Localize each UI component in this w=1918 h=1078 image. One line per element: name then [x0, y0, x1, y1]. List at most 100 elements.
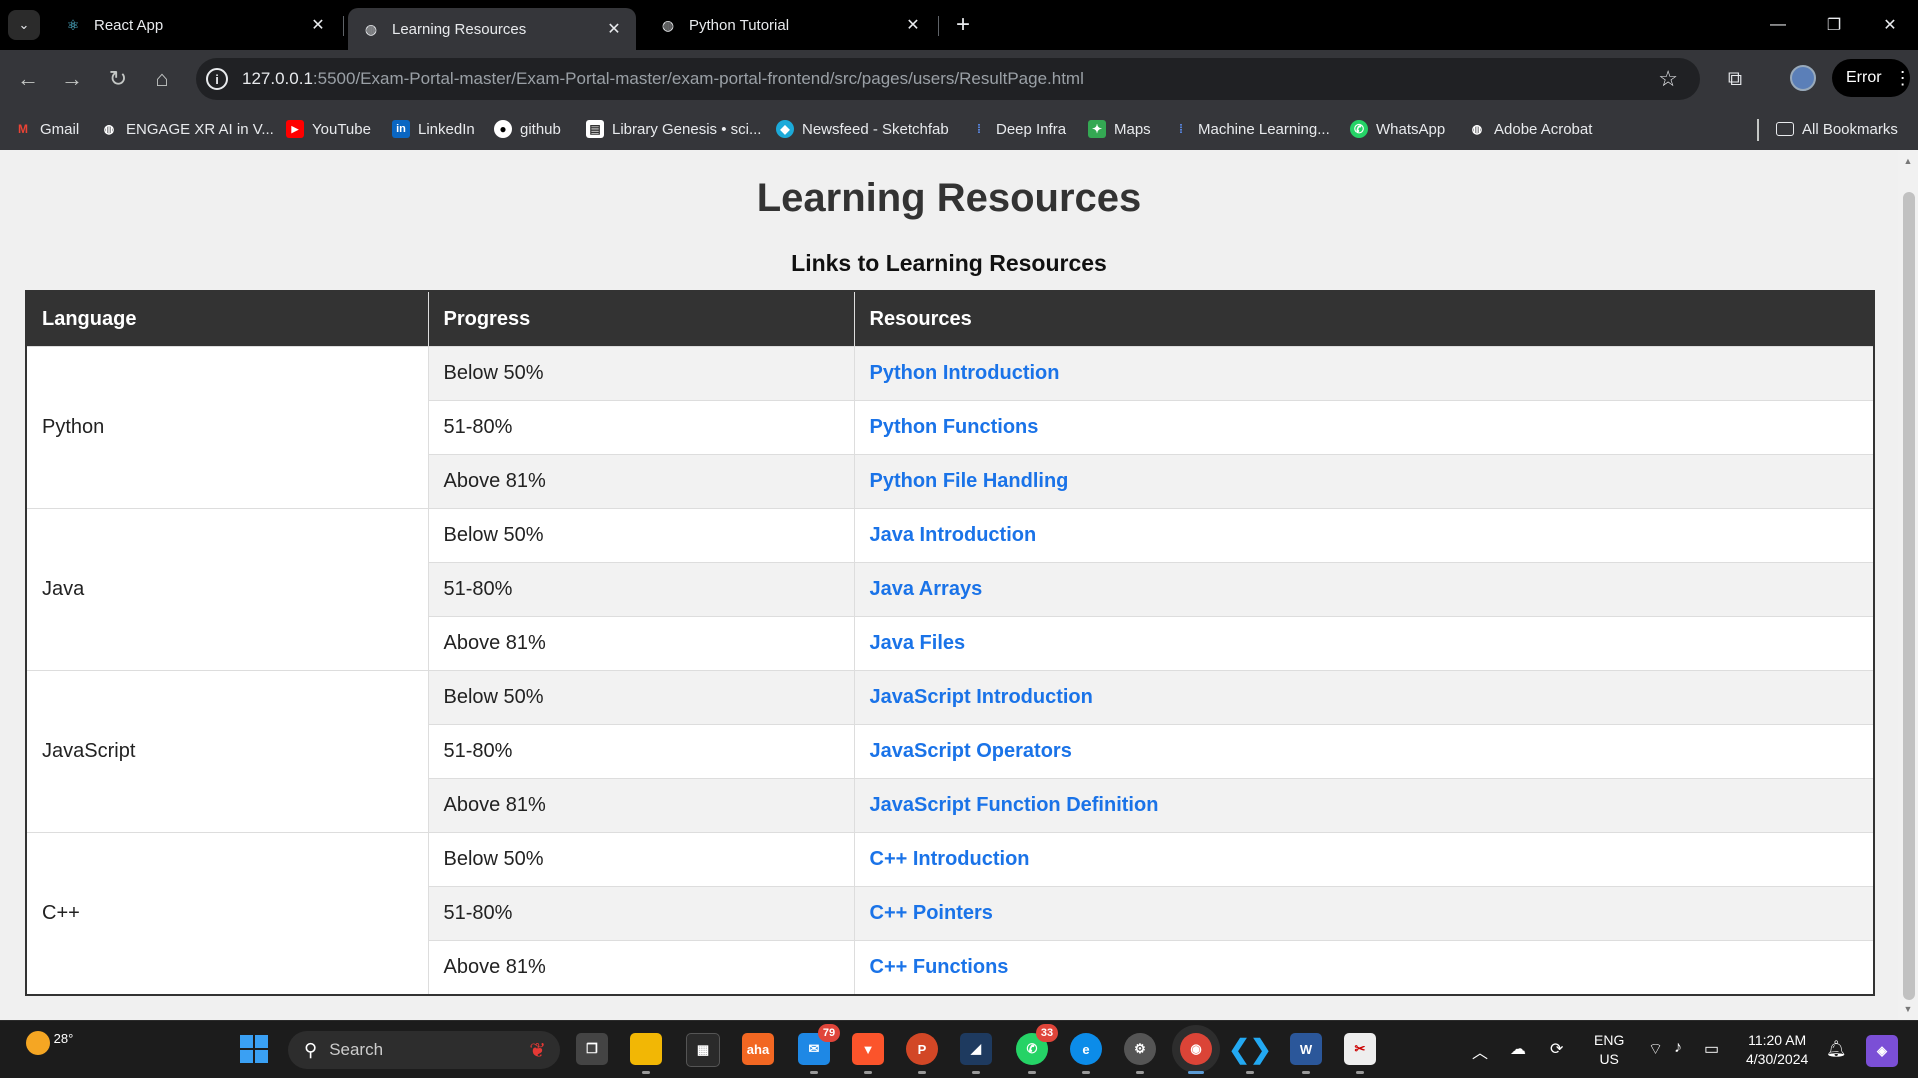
tab-python-tutorial[interactable]: ◍ Python Tutorial ✕ — [645, 7, 935, 43]
bookmark-sketchfab[interactable]: ◆ Newsfeed - Sketchfab — [776, 119, 949, 139]
microsoft-store-icon[interactable]: ▦ — [686, 1033, 720, 1067]
wifi-icon[interactable]: ⌔ — [1648, 1039, 1663, 1059]
aha-app-icon[interactable]: aha — [742, 1033, 774, 1065]
powerpoint-icon[interactable]: P — [906, 1033, 938, 1074]
close-window-button[interactable]: ✕ — [1870, 10, 1910, 40]
bookmarks-bar: M Gmail ◍ ENGAGE XR AI in V... ▶ YouTube in… — [0, 108, 1918, 150]
cloud-icon[interactable]: ☁ — [1510, 1039, 1526, 1059]
vscode-icon[interactable]: ❮❯ — [1228, 1033, 1272, 1074]
profile-error-button[interactable]: Error ⋮ — [1832, 59, 1912, 97]
bookmark-star-icon[interactable]: ☆ — [1658, 66, 1678, 92]
site-info-icon[interactable]: i — [206, 68, 228, 90]
bookmark-deep-infra[interactable]: ⁞ Deep Infra — [970, 119, 1066, 139]
resource-link[interactable]: C++ Functions — [870, 956, 1009, 978]
snipping-tool-icon[interactable]: ✂ — [1344, 1033, 1376, 1074]
edge-browser-icon[interactable]: e — [1070, 1033, 1102, 1074]
language-cell: Python — [25, 346, 429, 509]
tab-react-app[interactable]: ⚛ React App ✕ — [50, 7, 340, 43]
back-button[interactable]: ← — [12, 63, 44, 95]
resource-link[interactable]: Java Introduction — [870, 524, 1037, 546]
tab-title: React App — [94, 16, 164, 34]
battery-icon[interactable]: ▭ — [1704, 1039, 1719, 1059]
bookmark-youtube[interactable]: ▶ YouTube — [286, 119, 371, 139]
sketchfab-icon: ◆ — [776, 120, 794, 138]
close-icon[interactable]: ✕ — [903, 15, 923, 35]
scroll-up-icon[interactable]: ▲ — [1903, 156, 1913, 166]
scroll-down-icon[interactable]: ▼ — [1903, 1004, 1913, 1014]
notification-bell-icon[interactable]: 🔔︎ — [1826, 1039, 1846, 1059]
sync-icon[interactable]: ⟳ — [1550, 1039, 1563, 1059]
resource-cell: C++ Functions — [853, 940, 1875, 996]
url-text[interactable]: 127.0.0.1:5500/Exam-Portal-master/Exam-P… — [242, 69, 1084, 89]
bookmark-linkedin[interactable]: in LinkedIn — [392, 119, 475, 139]
browser-tab-strip: ⌄ ⚛ React App ✕ ◍ Learning Resources ✕ ◍… — [0, 0, 1918, 50]
word-icon[interactable]: W — [1290, 1033, 1322, 1074]
bookmark-engage-xr[interactable]: ◍ ENGAGE XR AI in V... — [100, 119, 274, 139]
profile-error-label: Error — [1846, 69, 1882, 86]
extensions-icon[interactable]: ⧉ — [1720, 64, 1750, 94]
bookmark-machine-learning[interactable]: ⁞ Machine Learning... — [1172, 119, 1330, 139]
home-button[interactable]: ⌂ — [146, 63, 178, 95]
bookmark-library-genesis[interactable]: ▤ Library Genesis • sci... — [586, 119, 761, 139]
bookmark-label: Machine Learning... — [1198, 120, 1330, 138]
progress-cell: Below 50% — [427, 346, 855, 401]
more-menu-icon: ⋮ — [1893, 67, 1912, 88]
new-tab-button[interactable]: + — [950, 11, 976, 38]
volume-icon[interactable]: ♪ — [1674, 1039, 1682, 1057]
vertical-scrollbar[interactable]: ▲ ▼ — [1898, 150, 1918, 1020]
settings-gear-icon[interactable]: ⚙ — [1124, 1033, 1156, 1074]
resource-link[interactable]: JavaScript Introduction — [870, 686, 1093, 708]
reload-button[interactable]: ↻ — [102, 63, 134, 95]
mail-app-icon[interactable]: ✉ 79 — [798, 1024, 840, 1074]
restore-button[interactable]: ❐ — [1814, 10, 1854, 40]
bookmark-whatsapp[interactable]: ✆ WhatsApp — [1350, 119, 1445, 139]
taskbar-search[interactable]: ⚲ Search ❦ — [288, 1031, 560, 1069]
resource-cell: JavaScript Function Definition — [853, 778, 1875, 833]
start-button[interactable] — [240, 1035, 268, 1063]
resource-link[interactable]: JavaScript Function Definition — [870, 794, 1159, 816]
bookmark-label: LinkedIn — [418, 120, 475, 138]
scrollbar-thumb[interactable] — [1903, 192, 1915, 1000]
bookmark-github[interactable]: ● github — [494, 119, 561, 139]
chrome-browser-icon[interactable]: ◉ — [1180, 1033, 1212, 1074]
globe-icon: ◍ — [103, 122, 115, 136]
copilot-icon[interactable]: ◈ — [1866, 1035, 1898, 1067]
bookmark-label: Deep Infra — [996, 120, 1067, 138]
reload-icon: ↻ — [108, 66, 128, 91]
system-clock[interactable]: 11:20 AM 4/30/2024 — [1746, 1031, 1808, 1069]
tab-learning-resources[interactable]: ◍ Learning Resources ✕ — [348, 8, 636, 50]
resource-link[interactable]: JavaScript Operators — [870, 740, 1072, 762]
all-bookmarks-button[interactable]: All Bookmarks — [1776, 119, 1898, 139]
app-icon[interactable]: ◢ — [960, 1033, 992, 1074]
resource-link[interactable]: C++ Introduction — [870, 848, 1030, 870]
progress-cell: 51-80% — [427, 724, 855, 779]
task-view-icon[interactable]: ❐ — [576, 1033, 608, 1065]
forward-button[interactable]: → — [56, 63, 88, 95]
avatar[interactable] — [1790, 65, 1816, 91]
bookmark-adobe-acrobat[interactable]: ◍ Adobe Acrobat — [1468, 119, 1593, 139]
minimize-button[interactable]: — — [1758, 10, 1798, 40]
file-explorer-icon[interactable] — [630, 1033, 662, 1074]
whatsapp-icon[interactable]: ✆ 33 — [1016, 1024, 1058, 1074]
whatsapp-badge: 33 — [1036, 1024, 1058, 1042]
address-bar[interactable]: i 127.0.0.1:5500/Exam-Portal-master/Exam… — [196, 58, 1700, 100]
language-indicator[interactable]: ENG US — [1594, 1031, 1624, 1069]
resource-link[interactable]: Python Introduction — [870, 362, 1060, 384]
tab-search-button[interactable]: ⌄ — [8, 10, 40, 40]
close-icon[interactable]: ✕ — [604, 19, 624, 39]
bookmark-maps[interactable]: ✦ Maps — [1088, 119, 1151, 139]
bookmark-label: ENGAGE XR AI in V... — [126, 120, 274, 138]
close-icon[interactable]: ✕ — [308, 15, 328, 35]
resource-link[interactable]: Java Files — [870, 632, 966, 654]
resource-cell: Python File Handling — [853, 454, 1875, 509]
bookmark-gmail[interactable]: M Gmail — [14, 119, 79, 139]
chevron-up-icon[interactable]: ︿ — [1472, 1039, 1488, 1063]
brave-browser-icon[interactable]: ▼ — [852, 1033, 884, 1074]
resource-link[interactable]: Java Arrays — [870, 578, 983, 600]
resource-link[interactable]: C++ Pointers — [870, 902, 993, 924]
resource-link[interactable]: Python Functions — [870, 416, 1039, 438]
resource-link[interactable]: Python File Handling — [870, 470, 1069, 492]
weather-widget[interactable]: 28° — [26, 1031, 73, 1055]
bookmark-label: Library Genesis • sci... — [612, 120, 762, 138]
progress-cell: 51-80% — [427, 400, 855, 455]
